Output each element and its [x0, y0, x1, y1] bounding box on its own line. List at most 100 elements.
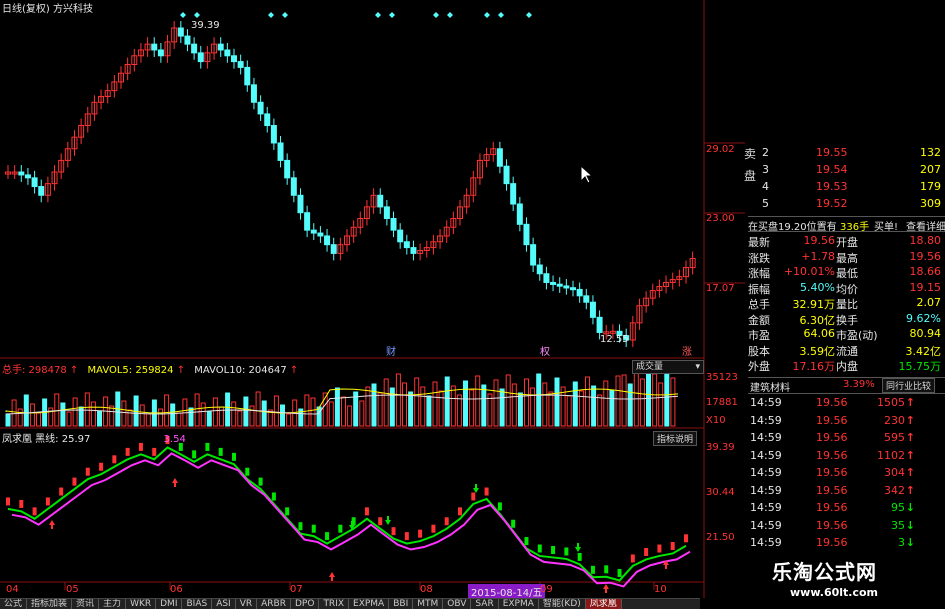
candle-body [18, 171, 25, 176]
tick-price: 19.56 [816, 448, 848, 462]
industry-name[interactable]: 建筑材料 [750, 379, 790, 394]
indicator-bar [6, 497, 10, 506]
tab-indicator[interactable]: VR [236, 599, 258, 609]
tab-indicator[interactable]: WKR [126, 599, 157, 609]
tick-row: 14:59 19.56 342 ↑ [748, 484, 945, 500]
volume-bar [121, 400, 127, 427]
tick-volume: 595 [884, 431, 905, 444]
orderbook-row[interactable]: 4 19.53 179 [748, 180, 945, 196]
volume-bar [414, 377, 420, 427]
tab-indicator[interactable]: 主力 [99, 599, 127, 609]
tab-indicator[interactable]: BIAS [182, 599, 213, 609]
quote-value: 3.42亿 [905, 344, 942, 358]
indicator-bar [192, 450, 197, 459]
chart-area[interactable]: 日线(复权) 方兴科技 29.02 23.00 17.07 39.39 12.5… [0, 0, 745, 600]
indicator-bar [325, 532, 330, 541]
tick-time: 14:59 [750, 466, 782, 479]
tab-indicator[interactable]: ARBR [257, 599, 291, 609]
quote-row: 市盈 64.06 市盈(动) 80.94 [748, 327, 945, 343]
indicator-bar [431, 524, 436, 533]
tab-indicator[interactable]: EXPMA [499, 599, 539, 609]
volume-bar [633, 369, 639, 427]
volume-bar [438, 390, 444, 427]
industry-pct: 3.39% [843, 379, 875, 390]
tab-indicator[interactable]: SAR [471, 599, 499, 609]
event-marker-limit-up[interactable]: 涨 [682, 343, 692, 358]
indicator-bar [378, 517, 383, 526]
signal-up-arrow [172, 478, 178, 487]
quote-value: 18.80 [909, 234, 942, 247]
candle-body [317, 232, 324, 237]
volume-bar [255, 391, 261, 427]
view-detail-link[interactable]: 查看详细 [906, 218, 945, 233]
orderbook-row[interactable]: 2 19.55 132 [748, 146, 945, 162]
tab-indicator[interactable]: 资讯 [72, 599, 100, 609]
signal-down-arrow [473, 484, 479, 493]
volume-bar [536, 373, 542, 427]
quote-row: 最新 19.56 开盘 18.80 [748, 234, 945, 250]
event-diamond [282, 12, 288, 18]
mavol5: MAVOL5: 259824 [87, 365, 174, 376]
volume-selector[interactable]: 成交量 ▾ [632, 360, 704, 374]
volume-bar [511, 383, 517, 427]
tab-indicator[interactable]: 凤求凰 [585, 599, 622, 609]
tab-indicator[interactable]: DPO [291, 599, 320, 609]
signal-up-arrow [329, 572, 335, 581]
candle-body [250, 84, 257, 103]
tab-indicator[interactable]: ASI [212, 599, 236, 609]
volume-bar [84, 392, 90, 427]
indicator-explain-button[interactable]: 指标说明 [653, 431, 698, 446]
volume-bar [206, 411, 212, 427]
indicator-bar [630, 554, 635, 563]
volume-selector-label: 成交量 [636, 362, 664, 372]
quote-label: 总手 [748, 298, 770, 311]
volume-bar [621, 374, 627, 427]
orderbook-row[interactable]: 3 19.54 207 [748, 163, 945, 179]
tab-indicator[interactable]: BBI [389, 599, 414, 609]
quote-label: 最新 [748, 236, 770, 249]
indicator-bar [524, 537, 529, 546]
volume-bar [334, 387, 340, 427]
indicator-bar [590, 565, 595, 574]
industry-compare-button[interactable]: 同行业比较 [882, 378, 936, 393]
volume-bar [170, 403, 176, 427]
kline-chart-svg[interactable] [0, 0, 745, 600]
volume-bar [90, 401, 96, 427]
quote-label: 股本 [748, 344, 770, 358]
tab-indicator[interactable]: 智能(KD) [539, 599, 586, 609]
candle-body [310, 229, 317, 234]
volume-bar [371, 383, 377, 427]
indicator-bar [205, 442, 210, 451]
event-marker-rights[interactable]: 权 [540, 343, 550, 358]
tab-indicator[interactable]: 公式 [0, 599, 28, 609]
indicator-bar [112, 455, 117, 464]
volume-bar [60, 402, 66, 427]
price-tick: 17.07 [706, 283, 735, 294]
event-marker-finance[interactable]: 财 [386, 343, 396, 358]
tick-price: 19.56 [816, 466, 848, 479]
volume-bar [23, 394, 29, 427]
volume-bar [158, 408, 163, 427]
volume-bar [212, 397, 218, 427]
tab-indicator[interactable]: TRIX [319, 599, 350, 609]
volume-bar [54, 393, 60, 427]
indicator-bar [657, 544, 662, 553]
watermark-title: 乐淘公式网 [772, 560, 877, 584]
indicator-bar [644, 547, 649, 556]
buy-order-link[interactable]: 买单! [874, 218, 898, 233]
tab-indicator[interactable]: OBV [443, 599, 472, 609]
indicator-label: 凤求凰 黑线: 25.97 [2, 434, 91, 445]
quote-label: 换手 [836, 313, 858, 327]
tab-indicator[interactable]: EXPMA [349, 599, 390, 609]
tab-indicator[interactable]: DMI [156, 599, 183, 609]
arrow-down-icon: ↓ [905, 536, 915, 549]
orderbook-row[interactable]: 5 19.52 309 [748, 197, 945, 213]
indicator-bar [99, 462, 104, 471]
volume-bar [365, 386, 371, 427]
tab-indicator[interactable]: MTM [413, 599, 444, 609]
volume-bar [658, 382, 664, 427]
tab-indicator[interactable]: 指标加装 [27, 599, 73, 609]
tick-price: 19.56 [816, 431, 848, 444]
tick-time: 14:59 [750, 431, 782, 444]
volume-bar [542, 382, 548, 427]
